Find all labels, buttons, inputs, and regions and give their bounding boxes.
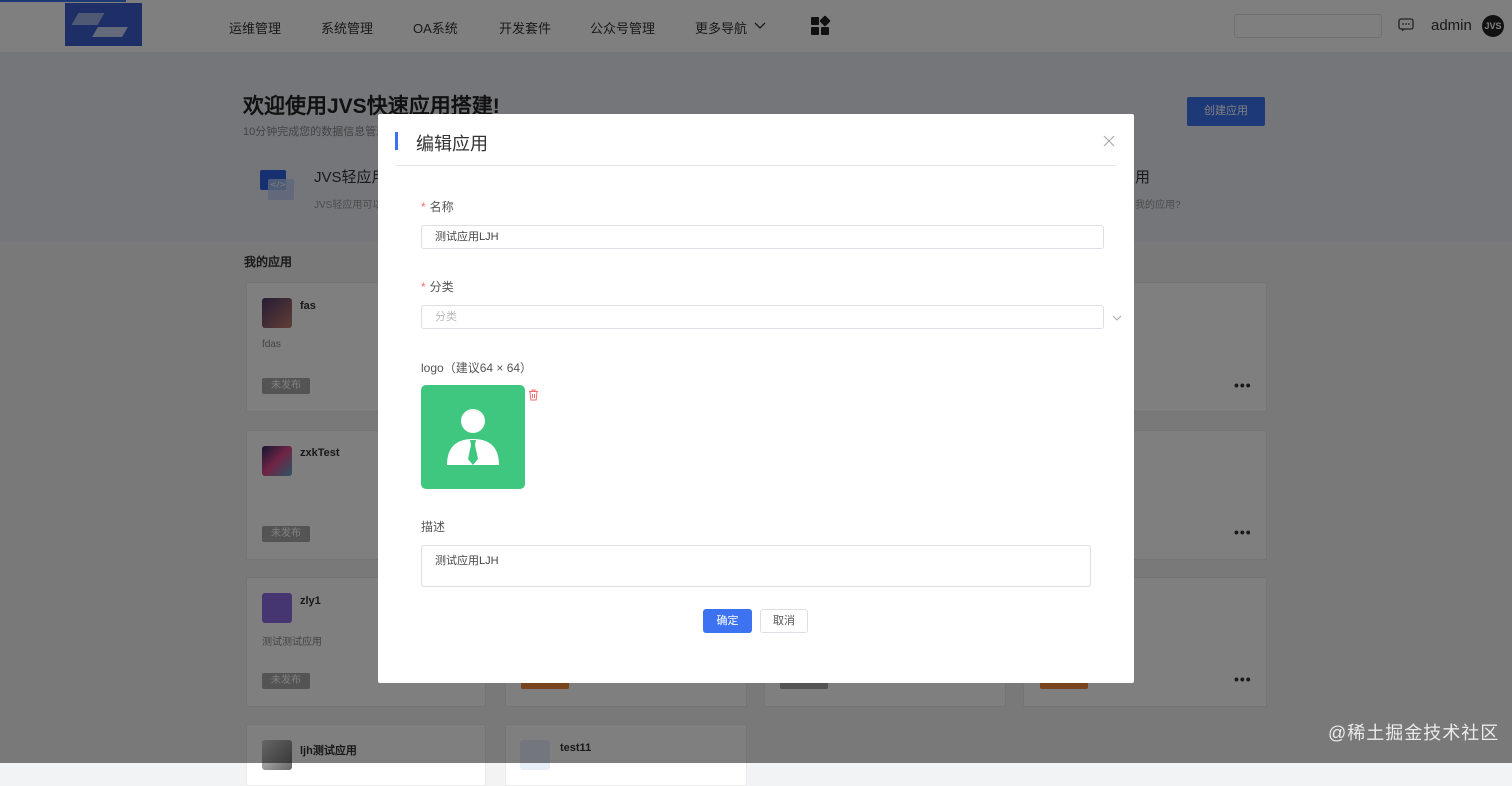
delete-icon[interactable] xyxy=(528,389,539,401)
category-select[interactable]: 分类 xyxy=(421,305,1122,329)
category-label-text: 分类 xyxy=(429,280,454,294)
watermark: @稀土掘金技术社区 xyxy=(1328,723,1500,743)
desc-textarea[interactable]: 测试应用LJH xyxy=(421,545,1091,587)
cancel-button[interactable]: 取消 xyxy=(760,609,808,633)
name-label-text: 名称 xyxy=(429,200,454,214)
category-placeholder: 分类 xyxy=(435,311,457,323)
required-mark: * xyxy=(421,200,426,214)
logo-upload[interactable] xyxy=(421,385,525,489)
edit-app-dialog: 编辑应用 * 名称 测试应用LJH * 分类 分类 logo（建议64 × 64） … xyxy=(378,114,1134,683)
desc-label: 描述 xyxy=(421,520,446,534)
name-input[interactable]: 测试应用LJH xyxy=(421,225,1104,249)
user-avatar-icon xyxy=(447,409,499,465)
required-mark: * xyxy=(421,280,426,294)
name-label: * 名称 xyxy=(421,198,454,215)
logo-label: logo（建议64 × 64） xyxy=(421,361,533,375)
dialog-title: 编辑应用 xyxy=(416,134,488,154)
header-divider xyxy=(396,165,1116,166)
confirm-button[interactable]: 确定 xyxy=(703,609,752,633)
chevron-down-icon[interactable] xyxy=(1112,313,1122,323)
close-icon[interactable] xyxy=(1102,134,1116,148)
category-label: * 分类 xyxy=(421,278,454,295)
title-accent-bar xyxy=(395,132,398,150)
